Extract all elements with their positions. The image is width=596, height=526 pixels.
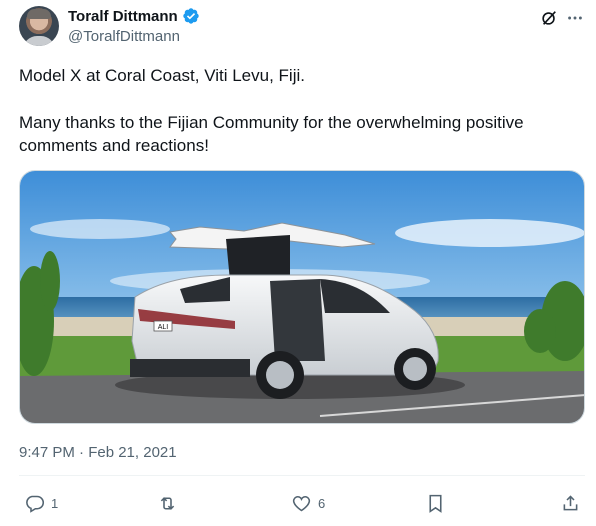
share-icon <box>563 494 578 510</box>
avatar-shirt <box>23 36 55 46</box>
like-count: 6 <box>318 495 326 511</box>
tweet-text-line-1: Model X at Coral Coast, Viti Levu, Fiji. <box>19 66 305 85</box>
license-plate-text: ALI <box>158 324 169 331</box>
reply-button[interactable]: 1 <box>24 491 58 515</box>
verified-badge-icon <box>183 8 199 24</box>
like-button[interactable]: 6 <box>291 491 325 515</box>
divider <box>19 475 585 476</box>
reply-icon <box>26 495 45 513</box>
like-icon <box>292 495 311 511</box>
grok-icon[interactable] <box>539 8 559 28</box>
bookmark-button[interactable] <box>425 491 446 515</box>
reply-count: 1 <box>51 495 59 511</box>
bookmark-icon <box>429 494 442 513</box>
retweet-button[interactable] <box>157 491 184 515</box>
tweet-timestamp[interactable]: 9:47 PM · Feb 21, 2021 <box>19 444 177 461</box>
author-handle[interactable]: @ToralfDittmann <box>68 28 180 45</box>
tweet-text-line-3: comments and reactions! <box>19 136 209 155</box>
author-name-row[interactable]: Toralf Dittmann <box>68 7 200 25</box>
avatar-hair <box>27 9 51 19</box>
share-button[interactable] <box>560 491 581 515</box>
author-name[interactable]: Toralf Dittmann <box>68 8 178 25</box>
tweet-text-line-2: Many thanks to the Fijian Community for … <box>19 113 524 132</box>
more-icon[interactable] <box>565 8 585 28</box>
avatar[interactable] <box>19 6 59 46</box>
retweet-icon <box>160 496 175 510</box>
photo-scene: ALI <box>20 171 584 423</box>
tweet-photo[interactable]: ALI <box>19 170 585 424</box>
